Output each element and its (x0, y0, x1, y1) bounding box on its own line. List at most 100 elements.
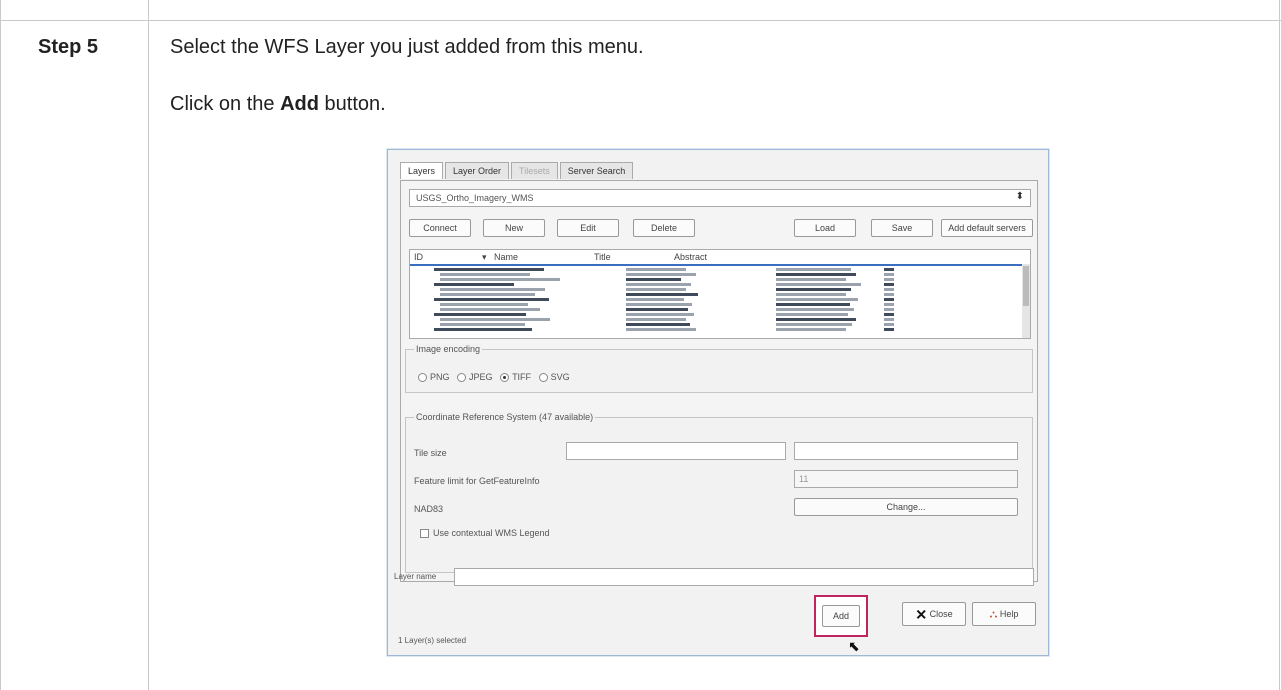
row-cell (626, 323, 690, 326)
add-default-servers-button[interactable]: Add default servers (941, 219, 1033, 237)
change-crs-button[interactable]: Change... (794, 498, 1018, 516)
delete-button[interactable]: Delete (633, 219, 695, 237)
row-cell (884, 283, 894, 286)
scrollbar-thumb[interactable] (1023, 266, 1029, 306)
table-row[interactable] (414, 308, 1014, 312)
save-button[interactable]: Save (871, 219, 933, 237)
row-cell (440, 303, 528, 306)
instruction-line-2-bold: Add (280, 93, 319, 115)
layer-list-scrollbar[interactable] (1022, 264, 1030, 338)
radio-tiff-icon (500, 373, 510, 383)
row-cell (626, 318, 686, 321)
contextual-legend-label: Use contextual WMS Legend (433, 528, 550, 538)
load-button[interactable]: Load (794, 219, 856, 237)
connection-select[interactable]: USGS_Ortho_Imagery_WMS ⬍ (409, 189, 1031, 207)
tab-layer-order[interactable]: Layer Order (445, 162, 510, 179)
row-cell (776, 303, 850, 306)
layer-list[interactable]: ID ▾ Name Title Abstract (409, 249, 1031, 339)
table-row[interactable] (414, 303, 1014, 307)
radio-tiff-label: TIFF (512, 372, 532, 382)
close-button[interactable]: ✕ Close (902, 602, 966, 626)
layer-list-header: ID ▾ Name Title Abstract (410, 250, 1030, 266)
crs-title: Coordinate Reference System (47 availabl… (414, 412, 596, 422)
table-row[interactable] (414, 293, 1014, 297)
radio-svg[interactable]: SVG (538, 372, 570, 383)
row-cell (776, 328, 846, 331)
step-label: Step 5 (38, 36, 99, 58)
row-cell (434, 328, 532, 331)
row-cell (626, 308, 688, 311)
row-cell (884, 268, 894, 271)
row-cell (776, 298, 858, 301)
row-cell (440, 293, 535, 296)
tile-width-input[interactable] (566, 442, 786, 460)
instruction-line-2-suffix: button. (318, 93, 386, 115)
edit-button[interactable]: Edit (557, 219, 619, 237)
help-button[interactable]: ⛬ Help (972, 602, 1036, 626)
row-cell (626, 273, 696, 276)
table-row[interactable] (414, 328, 1014, 332)
table-row[interactable] (414, 273, 1014, 277)
crs-label: NAD83 (414, 504, 444, 514)
column-abstract[interactable]: Abstract (674, 252, 707, 262)
row-cell (626, 268, 686, 271)
tile-height-input[interactable] (794, 442, 1018, 460)
image-encoding-options: PNG JPEG TIFF SVG (418, 372, 570, 383)
crs-group: Coordinate Reference System (47 availabl… (405, 412, 1033, 573)
layer-name-input[interactable] (454, 568, 1034, 586)
tab-layers[interactable]: Layers (400, 162, 444, 179)
new-button[interactable]: New (483, 219, 545, 237)
table-row[interactable] (414, 268, 1014, 272)
feature-limit-input[interactable]: 11 (794, 470, 1018, 488)
row-cell (440, 318, 550, 321)
help-button-label: Help (999, 609, 1019, 619)
layers-panel: USGS_Ortho_Imagery_WMS ⬍ Connect New Edi… (400, 180, 1038, 582)
table-row[interactable] (414, 298, 1014, 302)
tab-tilesets[interactable]: Tilesets (511, 162, 558, 179)
row-cell (440, 308, 540, 311)
row-cell (776, 278, 846, 281)
table-row[interactable] (414, 283, 1014, 287)
row-cell (884, 293, 894, 296)
close-icon: ✕ (915, 606, 928, 623)
table-column-divider (148, 0, 149, 690)
radio-tiff[interactable]: TIFF (500, 372, 532, 383)
row-cell (440, 288, 545, 291)
row-cell (776, 273, 856, 276)
select-arrows-icon: ⬍ (1015, 191, 1024, 202)
row-cell (434, 283, 514, 286)
table-row[interactable] (414, 278, 1014, 282)
table-row[interactable] (414, 323, 1014, 327)
row-cell (884, 278, 894, 281)
row-cell (884, 308, 894, 311)
row-cell (884, 323, 894, 326)
row-cell (626, 298, 684, 301)
row-cell (434, 313, 526, 316)
connect-button[interactable]: Connect (409, 219, 471, 237)
radio-png-label: PNG (430, 372, 450, 382)
radio-jpeg[interactable]: JPEG (457, 372, 493, 383)
radio-png[interactable]: PNG (418, 372, 450, 383)
tab-server-search[interactable]: Server Search (559, 162, 634, 179)
table-row[interactable] (414, 313, 1014, 317)
instruction-line-1: Select the WFS Layer you just added from… (170, 36, 644, 58)
add-button[interactable]: Add (822, 605, 860, 627)
column-id[interactable]: ID (414, 252, 423, 262)
radio-svg-label: SVG (550, 372, 570, 382)
help-icon: ⛬ (989, 608, 998, 621)
row-cell (884, 303, 894, 306)
row-cell (440, 278, 560, 281)
column-name[interactable]: Name (494, 252, 518, 262)
table-row[interactable] (414, 288, 1014, 292)
close-button-label: Close (929, 609, 953, 619)
instruction-line-2-prefix: Click on the (170, 93, 281, 115)
add-layer-dialog-screenshot: Layers Layer Order Tilesets Server Searc… (387, 149, 1049, 656)
image-encoding-group: Image encoding PNG JPEG TIFF SVG (405, 344, 1033, 393)
contextual-legend-checkbox[interactable]: Use contextual WMS Legend (420, 528, 550, 539)
row-cell (776, 288, 851, 291)
table-row[interactable] (414, 318, 1014, 322)
row-cell (884, 318, 894, 321)
sort-down-icon: ▾ (482, 252, 487, 262)
column-title[interactable]: Title (594, 252, 611, 262)
row-cell (626, 328, 696, 331)
